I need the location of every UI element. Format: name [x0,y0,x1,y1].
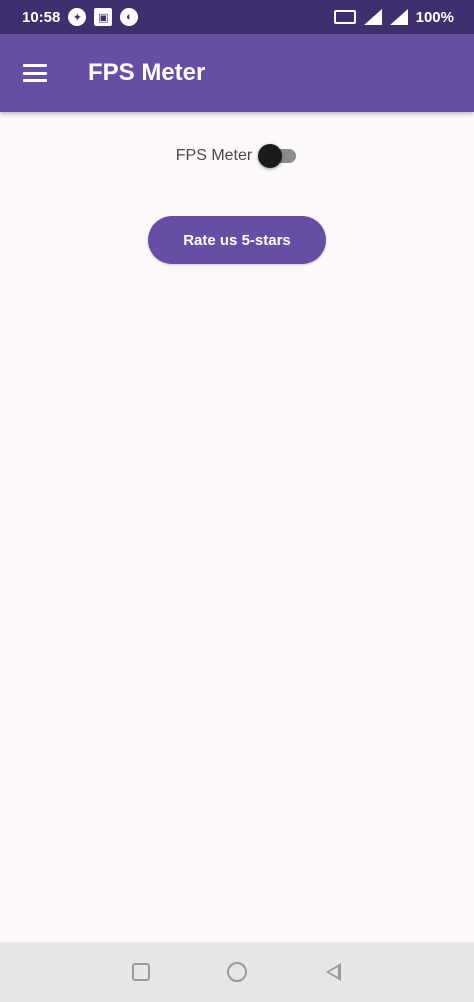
fps-meter-switch-label: FPS Meter [175,147,253,164]
hamburger-menu-icon [23,64,47,82]
rate-us-button[interactable]: Rate us 5-stars [148,216,326,264]
screen: 10:58 ✦ ▣ ◐ 100% FPS Meter FPS Meter Rat… [0,0,474,1002]
wifi-signal-icon [363,9,382,25]
app-notification-icon: ✦ [68,8,87,26]
home-button[interactable] [189,942,285,1002]
home-icon [227,962,247,982]
recents-button[interactable] [93,942,189,1002]
status-bar-left: 10:58 ✦ ▣ ◐ [22,8,139,26]
status-bar-right: 100% [333,8,454,26]
app-title: FPS Meter [88,59,206,86]
fps-meter-switch[interactable] [258,144,298,168]
main-content: FPS Meter Rate us 5-stars [0,112,474,942]
cast-notification-icon: ◐ [120,8,139,26]
battery-level: 100% [415,8,454,26]
menu-button[interactable] [0,34,70,112]
navigation-bar [0,942,474,1002]
status-bar: 10:58 ✦ ▣ ◐ 100% [0,0,474,34]
switch-thumb [258,144,283,168]
status-time: 10:58 [22,8,61,26]
recents-icon [132,963,150,981]
back-button[interactable] [285,942,381,1002]
app-bar: FPS Meter [0,34,474,112]
back-icon [325,963,341,981]
fps-meter-switch-row: FPS Meter [0,144,474,168]
image-notification-icon: ▣ [94,8,113,26]
nfc-icon [333,10,356,24]
cell-signal-icon [389,9,408,25]
